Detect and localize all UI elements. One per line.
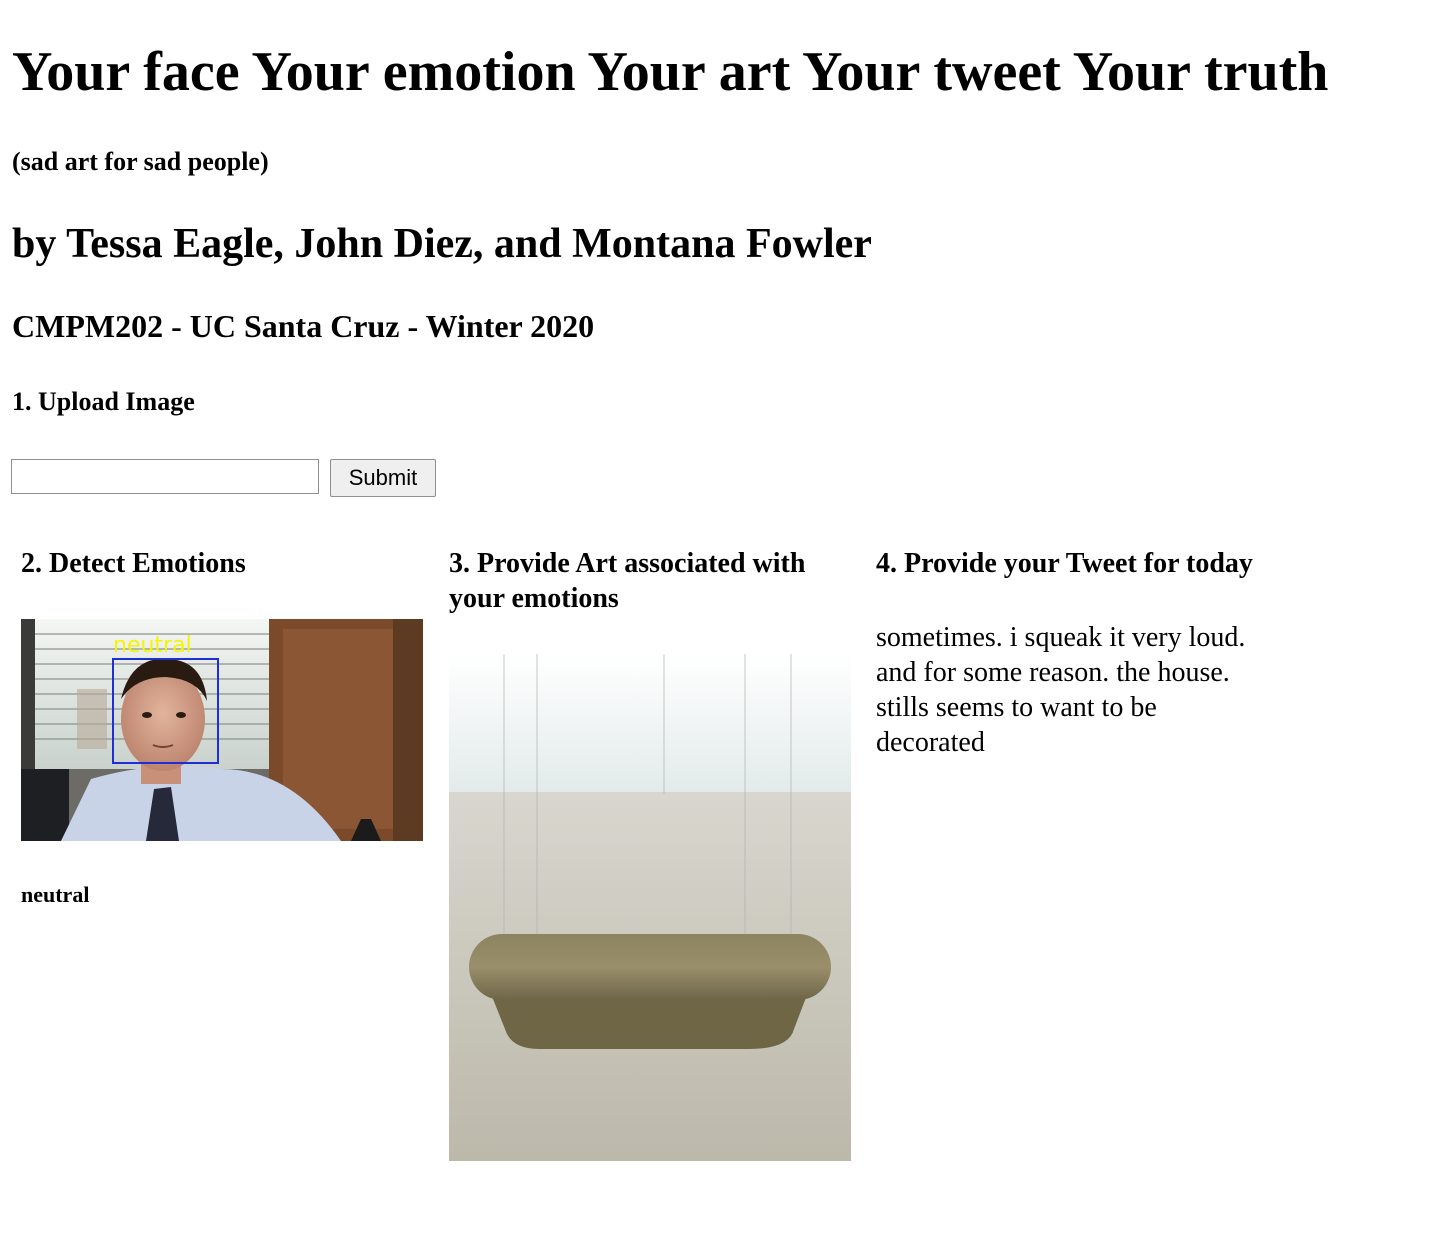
emotion-result: neutral [21,882,90,907]
course-heading: CMPM202 - UC Santa Cruz - Winter 2020 [12,308,595,344]
submit-button[interactable]: Submit [330,459,436,497]
upload-input[interactable] [11,459,319,494]
tweet-line: and for some reason. the house. [876,657,1230,688]
tweet-line: stills seems to want to be [876,692,1157,723]
face-overlay-label: neutral [113,633,192,658]
page-subtitle: (sad art for sad people) [12,147,269,176]
detected-face-image: neutral [21,619,423,841]
tweet-line: decorated [876,727,985,758]
detect-emotions-heading: 2. Detect Emotions [21,548,246,579]
tweet-line: sometimes. i squeak it very loud. [876,622,1246,653]
authors-heading: by Tessa Eagle, John Diez, and Montana F… [12,221,872,267]
art-heading: 3. Provide Art associated with your emot… [449,548,806,614]
page: Your face Your emotion Your art Your twe… [0,0,1456,1258]
tweet-heading: 4. Provide your Tweet for today [876,548,1253,579]
upload-heading: 1. Upload Image [12,387,195,416]
tweet-text: sometimes. i squeak it very loud. and fo… [876,620,1296,760]
page-title: Your face Your emotion Your art Your twe… [12,41,1329,103]
art-image [449,654,851,1161]
